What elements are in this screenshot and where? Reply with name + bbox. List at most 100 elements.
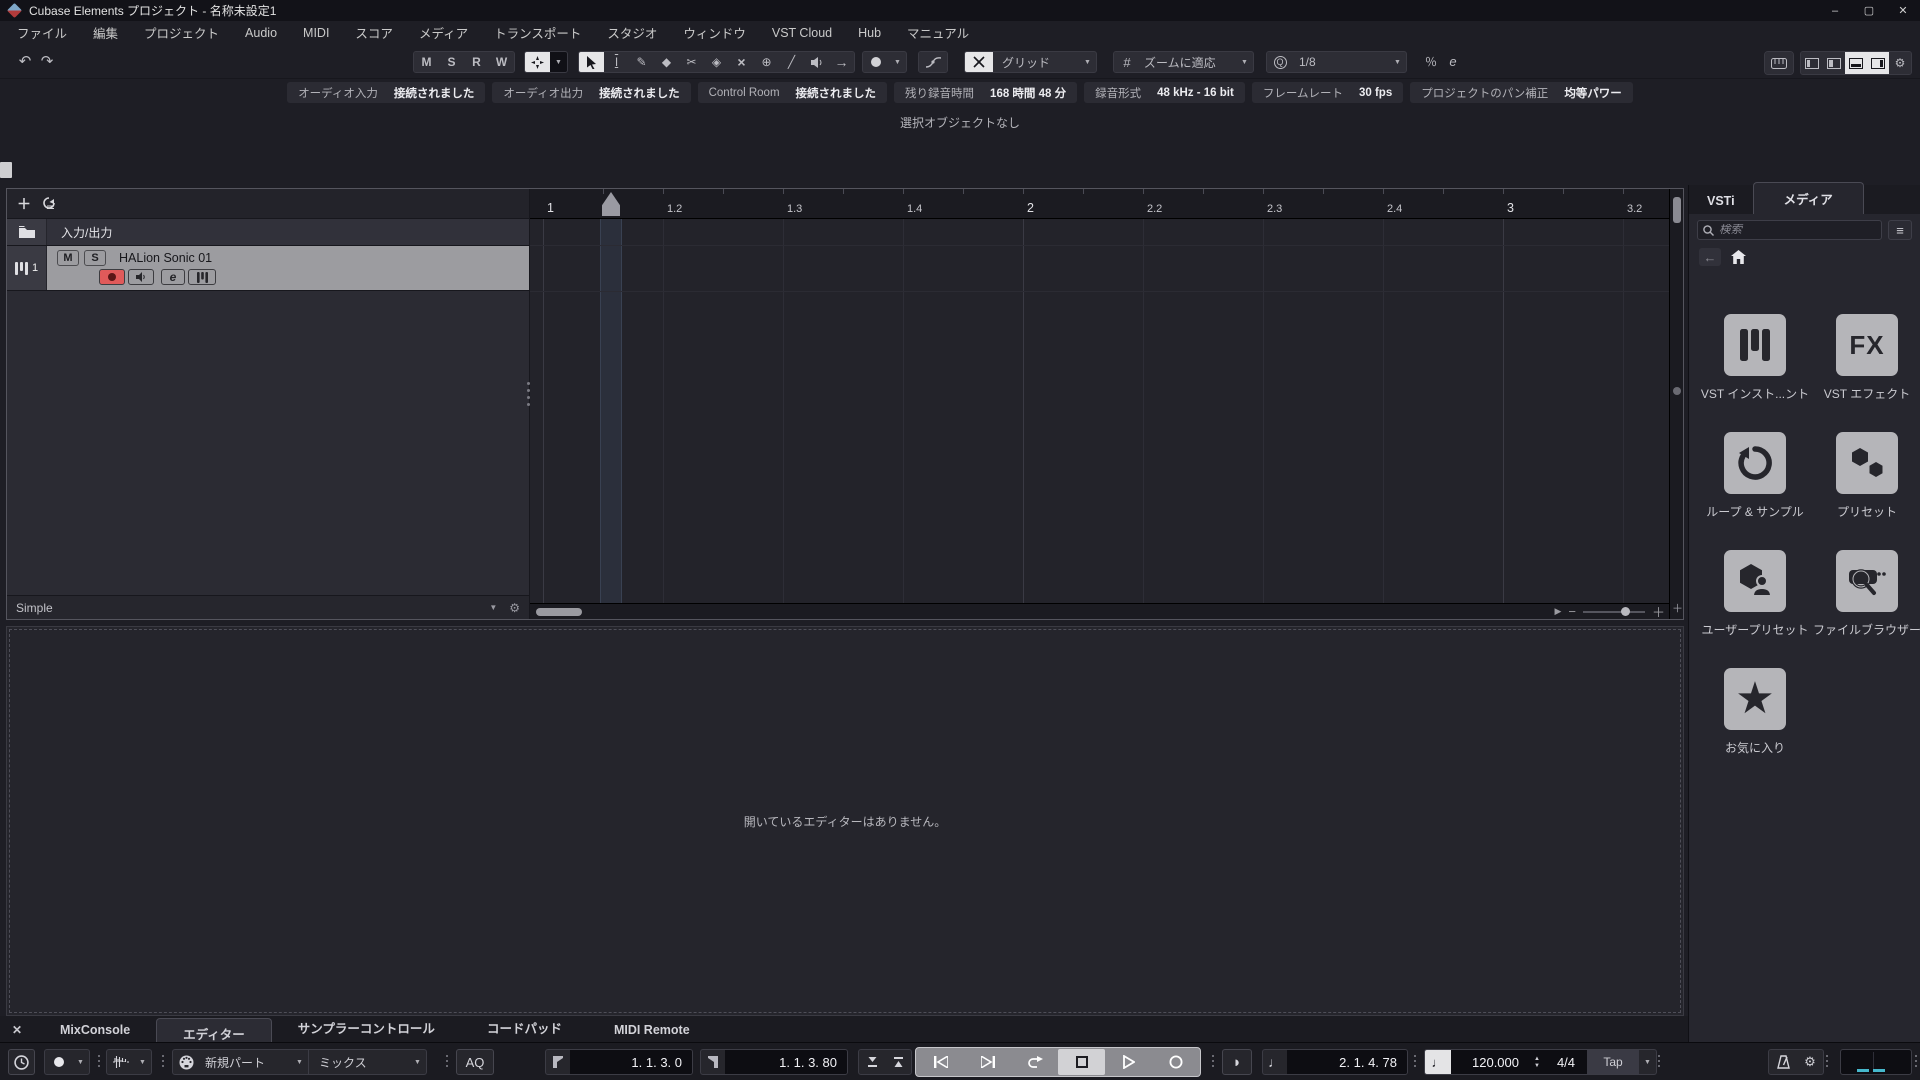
monitor-button[interactable] — [128, 269, 154, 285]
zoom-in-button[interactable]: ＋ — [1652, 602, 1665, 621]
solo-all-button[interactable]: S — [439, 52, 464, 72]
go-to-start-button[interactable] — [917, 1049, 964, 1075]
punch-out-icon[interactable] — [885, 1050, 911, 1074]
menu-window[interactable]: ウィンドウ — [670, 23, 759, 42]
tab-media[interactable]: メディア — [1752, 182, 1864, 214]
horizontal-scrollbar[interactable]: ▶ − ＋ — [530, 602, 1669, 621]
event-display-canvas[interactable] — [530, 219, 1669, 603]
track-name[interactable]: HALion Sonic 01 — [119, 251, 212, 265]
menu-studio[interactable]: スタジオ — [594, 23, 670, 42]
menu-edit[interactable]: 編集 — [80, 23, 131, 42]
use-track-preset-icon[interactable] — [41, 197, 57, 210]
tile-vst-effects[interactable]: FX VST エフェクト — [1817, 314, 1917, 402]
record-mode-icon[interactable] — [45, 1050, 72, 1074]
go-to-end-button[interactable] — [964, 1049, 1011, 1075]
left-locator-flag-icon[interactable] — [546, 1050, 570, 1074]
left-zone-toggle-icon[interactable] — [1801, 52, 1823, 74]
home-icon[interactable] — [1731, 250, 1746, 264]
info-line-scrollbar[interactable] — [0, 162, 12, 178]
tap-mode-caret[interactable] — [1639, 1059, 1656, 1066]
zoom-tool[interactable]: ⊕ — [754, 52, 779, 72]
feedback-tool[interactable]: → — [829, 52, 854, 72]
zoom-mode-select[interactable]: ズームに適応 — [1140, 52, 1236, 72]
draw-tool[interactable]: ✎ — [629, 52, 654, 72]
back-arrow-icon[interactable]: ← — [1699, 248, 1721, 266]
grid-type-select[interactable]: グリッド — [993, 52, 1079, 72]
preset-dropdown-caret[interactable]: ▼ — [489, 603, 497, 612]
auto-select-events-icon[interactable] — [525, 52, 550, 72]
read-automation-button[interactable]: R — [464, 52, 489, 72]
vertical-zoom-in-button[interactable]: ＋ — [1672, 600, 1683, 616]
setup-toolbar-gear-icon[interactable]: ⚙ — [1889, 52, 1911, 74]
metronome-icon[interactable] — [1769, 1050, 1797, 1074]
mute-all-button[interactable]: M — [414, 52, 439, 72]
vertical-scrollbar[interactable]: ＋ — [1669, 189, 1683, 619]
glue-tool[interactable]: ◈ — [704, 52, 729, 72]
cycle-button[interactable] — [1011, 1049, 1058, 1075]
edit-channel-button[interactable]: e — [161, 269, 185, 285]
split-tool[interactable]: ✂ — [679, 52, 704, 72]
tile-loops-samples[interactable]: ループ & サンプル — [1705, 432, 1805, 520]
automation-curve-button[interactable] — [918, 51, 948, 73]
track-mute-button[interactable]: M — [57, 250, 79, 266]
media-search-input[interactable] — [1719, 224, 1876, 236]
tempo-display[interactable]: 120.000 — [1451, 1050, 1529, 1074]
tile-favorites[interactable]: ★ お気に入り — [1705, 668, 1805, 756]
menu-vst-cloud[interactable]: VST Cloud — [759, 26, 845, 40]
punch-in-icon[interactable] — [859, 1050, 885, 1074]
menu-manual[interactable]: マニュアル — [894, 23, 982, 42]
color-menu-caret[interactable] — [889, 52, 906, 72]
redo-button[interactable]: ↷ — [36, 51, 58, 71]
tile-presets[interactable]: プリセット — [1817, 432, 1917, 520]
stop-button[interactable] — [1058, 1049, 1105, 1075]
zoom-slider[interactable] — [1582, 606, 1645, 616]
menu-project[interactable]: プロジェクト — [131, 23, 232, 42]
auto-quantize-button[interactable]: AQ — [456, 1049, 494, 1075]
tab-midi-remote[interactable]: MIDI Remote — [588, 1018, 716, 1042]
menu-audio[interactable]: Audio — [232, 26, 290, 40]
project-cursor-handle[interactable] — [602, 192, 620, 216]
play-audition-tool[interactable] — [804, 52, 829, 72]
color-menu-icon[interactable] — [863, 52, 889, 72]
zoom-mode-caret[interactable] — [1236, 52, 1253, 72]
lower-zone-toggle-icon[interactable] — [1845, 52, 1867, 74]
midi-record-mode-select[interactable]: 新規パート — [199, 1050, 291, 1074]
metronome-setup-gear-icon[interactable]: ⚙ — [1797, 1050, 1823, 1074]
minimize-button[interactable]: – — [1818, 0, 1852, 21]
close-button[interactable]: ✕ — [1886, 0, 1920, 21]
record-mode-caret[interactable] — [72, 1059, 89, 1066]
grid-type-caret[interactable] — [1079, 52, 1096, 72]
menu-midi[interactable]: MIDI — [290, 26, 342, 40]
tempo-spinner[interactable]: ▲ ▼ — [1529, 1050, 1545, 1074]
vertical-zoom-handle[interactable] — [1673, 386, 1681, 395]
tempo-track-active-icon[interactable]: ♩ — [1425, 1050, 1451, 1074]
left-zone-alt-toggle-icon[interactable] — [1823, 52, 1845, 74]
tile-file-browser[interactable]: ファイルブラウザー — [1813, 550, 1920, 638]
instrument-track-row[interactable]: 1 M S HALion Sonic 01 e — [7, 245, 529, 291]
play-button[interactable] — [1105, 1049, 1152, 1075]
tap-tempo-button[interactable]: Tap — [1587, 1050, 1639, 1074]
write-automation-button[interactable]: W — [489, 52, 514, 72]
close-lower-zone-button[interactable]: ✕ — [0, 1023, 34, 1042]
mute-tool[interactable]: × — [729, 52, 754, 72]
quantize-panel-button[interactable]: e — [1444, 51, 1462, 71]
left-locator-display[interactable]: 1. 1. 3. 0 — [570, 1050, 692, 1074]
tab-vsti[interactable]: VSTi — [1689, 188, 1753, 214]
object-selection-tool[interactable] — [579, 52, 604, 72]
track-controls-gear-icon[interactable]: ⚙ — [509, 601, 520, 615]
position-display[interactable]: 2. 1. 4. 78 — [1287, 1050, 1407, 1074]
erase-tool[interactable]: ◆ — [654, 52, 679, 72]
audio-record-mode-caret[interactable] — [134, 1059, 151, 1066]
time-signature-display[interactable]: 4/4 — [1545, 1050, 1587, 1074]
timeline-ruler[interactable]: 1 1.2 1.3 1.4 2 2.2 2.3 2.4 3 3.2 — [530, 189, 1669, 219]
menu-hub[interactable]: Hub — [845, 26, 894, 40]
menu-file[interactable]: ファイル — [4, 23, 80, 42]
record-enable-button[interactable] — [99, 269, 125, 285]
right-locator-display[interactable]: 1. 1. 3. 80 — [725, 1050, 847, 1074]
cycle-record-mode-caret[interactable] — [409, 1059, 426, 1066]
bars-beats-icon[interactable]: ♩ — [1263, 1050, 1287, 1074]
audio-waveform-icon[interactable] — [107, 1050, 134, 1074]
line-tool[interactable]: ╱ — [779, 52, 804, 72]
time-display-mode-button[interactable] — [8, 1049, 35, 1075]
right-locator-flag-icon[interactable] — [701, 1050, 725, 1074]
